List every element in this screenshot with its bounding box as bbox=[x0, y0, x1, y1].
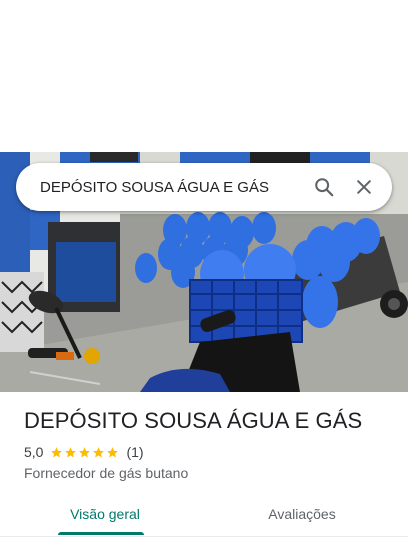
tab-overview[interactable]: Visão geral bbox=[56, 496, 154, 534]
close-icon[interactable] bbox=[344, 167, 384, 207]
star-icon bbox=[107, 446, 119, 457]
search-input[interactable]: DEPÓSITO SOUSA ÁGUA E GÁS bbox=[40, 179, 304, 196]
star-icon bbox=[65, 446, 77, 457]
star-icon bbox=[79, 446, 91, 457]
tab-reviews[interactable]: Avaliações bbox=[252, 496, 352, 534]
search-bar[interactable]: DEPÓSITO SOUSA ÁGUA E GÁS bbox=[16, 163, 392, 211]
review-count[interactable]: (1) bbox=[126, 444, 143, 460]
rating-stars bbox=[50, 446, 120, 459]
place-title: DEPÓSITO SOUSA ÁGUA E GÁS bbox=[24, 408, 363, 433]
rating-row[interactable]: 5,0 (1) bbox=[24, 444, 144, 460]
star-icon bbox=[51, 446, 63, 457]
rating-value: 5,0 bbox=[24, 444, 44, 460]
tab-active-indicator bbox=[58, 532, 144, 535]
search-icon[interactable] bbox=[304, 167, 344, 207]
place-category: Fornecedor de gás butano bbox=[24, 465, 189, 481]
tab-bar: Visão geral Avaliações bbox=[0, 496, 408, 537]
star-icon bbox=[93, 446, 105, 457]
